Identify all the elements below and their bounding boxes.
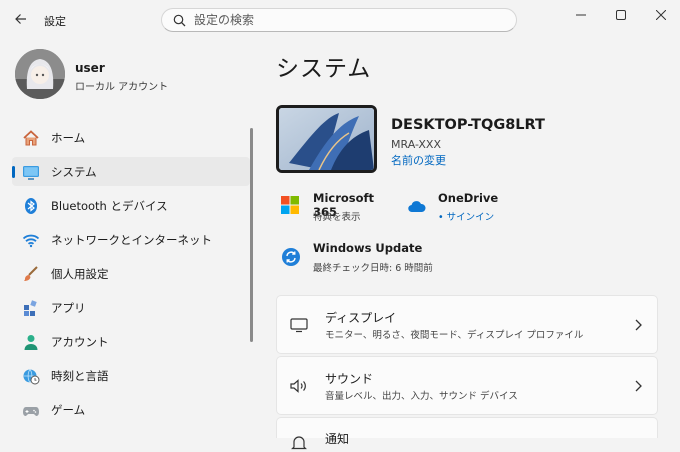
monitor-icon	[23, 166, 39, 180]
device-name: DESKTOP-TQG8LRT	[391, 117, 545, 133]
chevron-right-icon	[635, 380, 642, 392]
onedrive-cloud-icon	[408, 201, 426, 213]
sidebar-item-home[interactable]: ホーム	[12, 123, 250, 152]
sidebar-item-apps[interactable]: アプリ	[12, 293, 250, 322]
card-title: ディスプレイ	[325, 311, 397, 325]
card-title: サウンド	[325, 372, 374, 386]
maximize-button[interactable]	[606, 4, 636, 26]
settings-card-display[interactable]: ディスプレイ モニター、明るさ、夜間モード、ディスプレイ プロファイル	[276, 295, 658, 354]
brush-icon	[24, 266, 38, 281]
search-box[interactable]	[161, 8, 517, 32]
speaker-icon	[290, 379, 306, 393]
card-subtitle: 音量レベル、出力、入力、サウンド デバイス	[325, 391, 518, 402]
sidebar-scrollbar[interactable]	[250, 128, 253, 342]
search-icon	[173, 14, 186, 27]
windows-update-icon	[282, 248, 300, 266]
wifi-icon	[22, 234, 40, 248]
close-icon	[656, 10, 666, 20]
sidebar-item-gaming[interactable]: ゲーム	[12, 395, 250, 424]
sidebar-item-bluetooth[interactable]: Bluetooth とデバイス	[12, 191, 250, 220]
sidebar-item-label: Bluetooth とデバイス	[51, 199, 168, 213]
chevron-right-icon	[635, 319, 642, 331]
user-name: user	[75, 61, 105, 75]
sidebar-item-network[interactable]: ネットワークとインターネット	[12, 225, 250, 254]
avatar[interactable]	[15, 49, 65, 99]
onedrive-tile[interactable]: OneDrive • サインイン	[407, 189, 517, 223]
update-title: Windows Update	[313, 241, 423, 255]
bell-icon	[291, 436, 307, 450]
m365-subtitle: 特典を表示	[313, 212, 361, 223]
onedrive-subtitle: • サインイン	[438, 212, 495, 223]
avatar-image	[15, 49, 65, 99]
card-subtitle: モニター、明るさ、夜間モード、ディスプレイ プロファイル	[325, 330, 584, 341]
back-button[interactable]	[10, 8, 32, 30]
device-thumbnail	[276, 105, 377, 173]
back-arrow-icon	[15, 14, 26, 24]
sidebar-item-time-language[interactable]: 時刻と言語	[12, 361, 250, 390]
user-account-type: ローカル アカウント	[75, 82, 169, 93]
home-icon	[23, 130, 39, 146]
sidebar-item-system[interactable]: システム	[12, 157, 250, 186]
person-icon	[24, 335, 38, 350]
sidebar-item-label: 個人用設定	[51, 267, 109, 281]
update-subtitle: 最終チェック日時: 6 時間前	[313, 263, 433, 274]
maximize-icon	[616, 10, 626, 20]
minimize-icon	[576, 14, 586, 16]
globe-clock-icon	[23, 369, 40, 385]
windows-update-tile[interactable]: Windows Update 最終チェック日時: 6 時間前	[280, 240, 450, 274]
sidebar-item-label: アカウント	[51, 335, 109, 349]
sidebar-item-label: ゲーム	[51, 403, 86, 417]
minimize-button[interactable]	[566, 4, 596, 26]
wallpaper-image	[279, 108, 374, 170]
bluetooth-icon	[25, 198, 37, 214]
sidebar-item-label: ネットワークとインターネット	[51, 233, 212, 247]
sidebar-item-label: ホーム	[51, 131, 86, 145]
settings-card-sound[interactable]: サウンド 音量レベル、出力、入力、サウンド デバイス	[276, 356, 658, 415]
page-title: システム	[276, 56, 372, 82]
app-title: 設定	[44, 15, 66, 28]
active-indicator	[12, 166, 15, 178]
card-title: 通知	[325, 432, 350, 446]
onedrive-title: OneDrive	[438, 191, 499, 205]
rename-link[interactable]: 名前の変更	[391, 152, 446, 168]
apps-icon	[24, 300, 37, 316]
device-model: MRA-XXX	[391, 138, 441, 151]
settings-card-notifications[interactable]: 通知	[276, 417, 658, 450]
sidebar-item-accounts[interactable]: アカウント	[12, 327, 250, 356]
display-icon	[290, 318, 308, 333]
close-button[interactable]	[646, 4, 676, 26]
microsoft-logo-icon	[281, 196, 299, 214]
sidebar-item-label: アプリ	[51, 301, 86, 315]
search-input[interactable]	[194, 11, 494, 29]
gamepad-icon	[23, 407, 39, 416]
sidebar-item-label: システム	[51, 165, 97, 179]
sidebar-item-personalization[interactable]: 個人用設定	[12, 259, 250, 288]
microsoft-365-tile[interactable]: Microsoft 365 特典を表示	[280, 189, 398, 223]
sidebar-item-label: 時刻と言語	[51, 369, 109, 383]
